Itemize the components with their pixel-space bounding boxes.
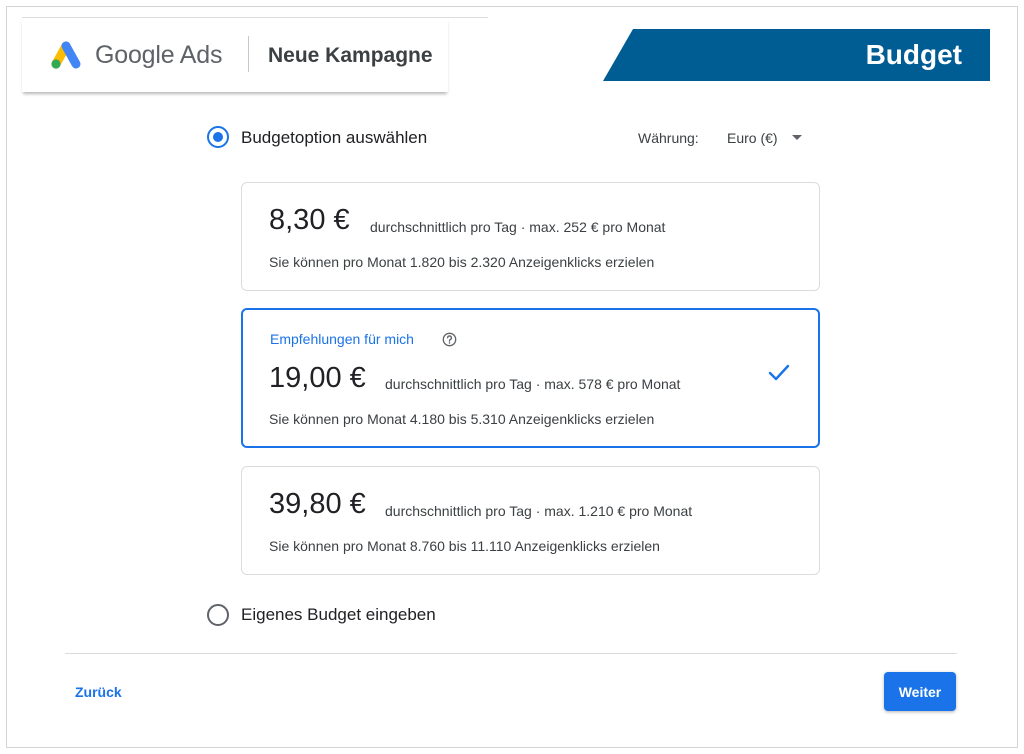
- campaign-title: Neue Kampagne: [268, 44, 433, 67]
- caret-down-icon[interactable]: [792, 135, 802, 140]
- option-price: 8,30 €: [269, 204, 350, 236]
- budget-option-card-recommended[interactable]: Empfehlungen für mich 19,00 € durchschni…: [241, 308, 820, 448]
- option-clicks: Sie können pro Monat 4.180 bis 5.310 Anz…: [269, 411, 655, 427]
- check-icon: [768, 364, 790, 381]
- header-divider: [248, 36, 249, 72]
- budget-option-radio[interactable]: [207, 126, 229, 148]
- recommendation-label: Empfehlungen für mich: [270, 331, 414, 347]
- custom-budget-radio[interactable]: [207, 604, 229, 626]
- option-price: 19,00 €: [269, 362, 366, 394]
- help-circle-icon[interactable]: [442, 332, 457, 347]
- section-banner-label: Budget: [865, 39, 962, 70]
- custom-budget-label[interactable]: Eigenes Budget eingeben: [241, 604, 436, 626]
- currency-select[interactable]: Euro (€): [727, 129, 778, 147]
- budget-option-card-high[interactable]: 39,80 € durchschnittlich pro Tag · max. …: [241, 466, 820, 575]
- currency-label: Währung:: [638, 130, 699, 146]
- budget-option-label[interactable]: Budgetoption auswählen: [241, 127, 427, 149]
- google-ads-logo-icon: [51, 41, 81, 69]
- next-button[interactable]: Weiter: [884, 672, 956, 711]
- option-price: 39,80 €: [269, 488, 366, 520]
- option-meta: durchschnittlich pro Tag · max. 252 € pr…: [370, 219, 666, 235]
- option-clicks: Sie können pro Monat 1.820 bis 2.320 Anz…: [269, 254, 655, 270]
- option-clicks: Sie können pro Monat 8.760 bis 11.110 An…: [269, 538, 660, 554]
- brand-name: Google Ads: [95, 41, 223, 69]
- section-banner: Budget: [603, 29, 990, 81]
- option-meta: durchschnittlich pro Tag · max. 578 € pr…: [385, 376, 681, 392]
- option-meta: durchschnittlich pro Tag · max. 1.210 € …: [385, 503, 693, 519]
- back-link[interactable]: Zurück: [75, 683, 122, 701]
- budget-option-card-low[interactable]: 8,30 € durchschnittlich pro Tag · max. 2…: [241, 182, 820, 291]
- footer-divider: [65, 653, 957, 654]
